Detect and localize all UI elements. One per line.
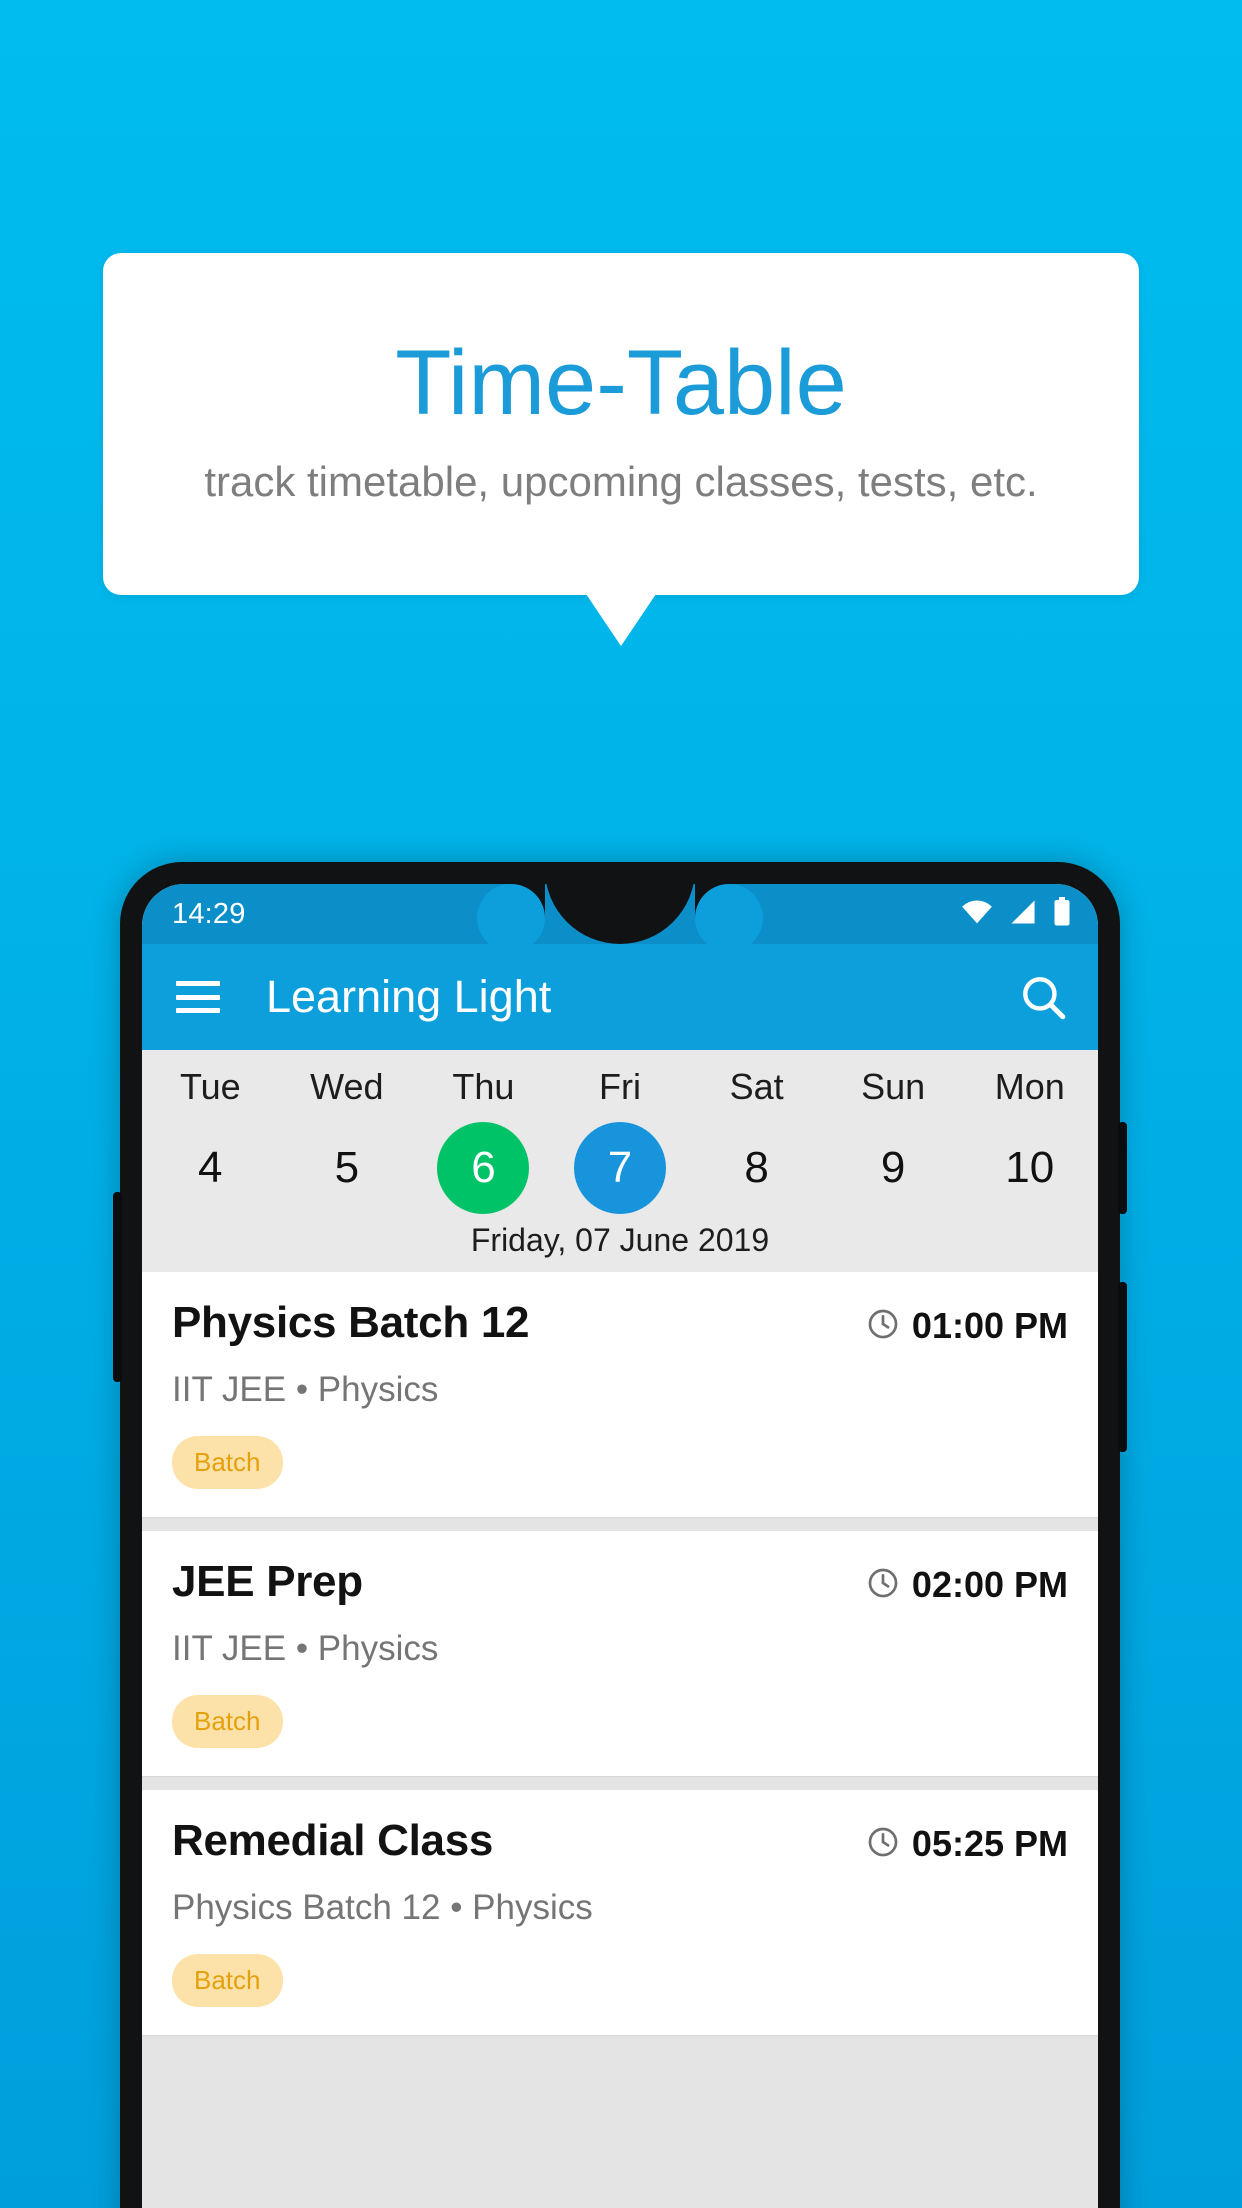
schedule-card[interactable]: JEE Prep 02:00 PM IIT JEE • Physics Batch — [142, 1531, 1098, 1776]
clock-icon — [866, 1307, 900, 1346]
day-number[interactable]: 9 — [847, 1122, 939, 1214]
day-name-label: Mon — [994, 1066, 1065, 1107]
schedule-card-title: JEE Prep — [172, 1557, 363, 1606]
schedule-card-time: 05:25 PM — [866, 1816, 1068, 1865]
day-number[interactable]: 10 — [984, 1122, 1076, 1214]
schedule-card-header: Physics Batch 12 01:00 PM — [172, 1298, 1068, 1348]
schedule-card-title: Remedial Class — [172, 1816, 494, 1865]
day-number[interactable]: 6 — [437, 1122, 530, 1214]
day-column[interactable]: Tue 4 — [142, 1066, 279, 1214]
page-subtitle: track timetable, upcoming classes, tests… — [204, 458, 1038, 505]
phone-mockup: 14:29 Learning Light Tue 4 Wed 5 Thu 6 F… — [113, 862, 1127, 2208]
signal-icon — [1008, 899, 1038, 930]
hamburger-menu-icon[interactable] — [176, 981, 220, 1013]
schedule-card[interactable]: Physics Batch 12 01:00 PM IIT JEE • Physic… — [142, 1272, 1098, 1517]
status-badge: Batch — [172, 1436, 283, 1489]
callout-tail — [586, 594, 656, 646]
schedule-card-title: Physics Batch 12 — [172, 1298, 530, 1347]
day-column[interactable]: Thu 6 — [415, 1066, 552, 1214]
day-column[interactable]: Mon 10 — [961, 1066, 1098, 1214]
day-number[interactable]: 5 — [301, 1122, 393, 1214]
day-number[interactable]: 4 — [164, 1122, 256, 1214]
schedule-card-time: 01:00 PM — [866, 1298, 1068, 1347]
side-button-left[interactable] — [113, 1192, 122, 1382]
page-title: Time-Table — [395, 332, 847, 434]
day-column[interactable]: Sun 9 — [825, 1066, 962, 1214]
selected-date-label: Friday, 07 June 2019 — [470, 1222, 770, 1258]
schedule-card-time: 02:00 PM — [866, 1557, 1068, 1606]
schedule-card-time-text: 01:00 PM — [911, 1305, 1068, 1346]
battery-icon — [1052, 896, 1072, 932]
day-name-label: Thu — [452, 1066, 515, 1107]
schedule-card-subtitle: IIT JEE • Physics — [172, 1629, 439, 1668]
volume-button[interactable] — [1118, 1282, 1127, 1452]
clock-icon — [866, 1825, 900, 1864]
day-name-label: Sun — [861, 1066, 926, 1107]
promo-screenshot: Time-Table track timetable, upcoming cla… — [0, 0, 1242, 2208]
schedule-list[interactable]: Physics Batch 12 01:00 PM IIT JEE • Physic… — [142, 1272, 1098, 2208]
schedule-card-time-text: 05:25 PM — [911, 1823, 1068, 1864]
clock-icon — [866, 1566, 900, 1605]
schedule-card-subtitle: Physics Batch 12 • Physics — [172, 1888, 593, 1927]
day-name-label: Wed — [310, 1066, 384, 1107]
day-number[interactable]: 8 — [711, 1122, 803, 1214]
day-column[interactable]: Sat 8 — [688, 1066, 825, 1214]
day-name-label: Fri — [599, 1066, 642, 1107]
schedule-card-header: Remedial Class 05:25 PM — [172, 1816, 1068, 1866]
power-button[interactable] — [1118, 1122, 1127, 1214]
status-badge: Batch — [172, 1954, 283, 2007]
schedule-card-badge-row: Batch — [172, 1669, 1068, 1748]
schedule-card-badge-row: Batch — [172, 1928, 1068, 2007]
day-column[interactable]: Wed 5 — [279, 1066, 416, 1214]
app-bar: Learning Light — [142, 944, 1098, 1050]
schedule-card[interactable]: Remedial Class 05:25 PM Physics Batch 12 •… — [142, 1790, 1098, 2035]
phone-screen: 14:29 Learning Light Tue 4 Wed 5 Thu 6 F… — [142, 884, 1098, 2208]
status-icons — [960, 896, 1072, 932]
status-bar: 14:29 — [142, 884, 1098, 944]
day-number[interactable]: 7 — [574, 1122, 667, 1214]
day-name-label: Tue — [179, 1066, 241, 1107]
app-title: Learning Light — [266, 971, 552, 1022]
days-row: Tue 4 Wed 5 Thu 6 Fri 7 Sat 8 Sun 9 Mon 10 — [142, 1050, 1098, 1214]
status-time: 14:29 — [172, 897, 246, 930]
callout-card: Time-Table track timetable, upcoming cla… — [103, 253, 1139, 595]
schedule-card-header: JEE Prep 02:00 PM — [172, 1557, 1068, 1607]
schedule-card-time-text: 02:00 PM — [911, 1564, 1068, 1605]
day-name-label: Sat — [729, 1066, 784, 1107]
wifi-icon — [960, 899, 994, 930]
schedule-card-subtitle: IIT JEE • Physics — [172, 1370, 439, 1409]
day-column[interactable]: Fri 7 — [552, 1066, 689, 1214]
schedule-card-badge-row: Batch — [172, 1410, 1068, 1489]
search-icon[interactable] — [1018, 972, 1068, 1022]
status-badge: Batch — [172, 1695, 283, 1748]
date-strip: Tue 4 Wed 5 Thu 6 Fri 7 Sat 8 Sun 9 Mon 10 Friday, 07… — [142, 1050, 1098, 1272]
